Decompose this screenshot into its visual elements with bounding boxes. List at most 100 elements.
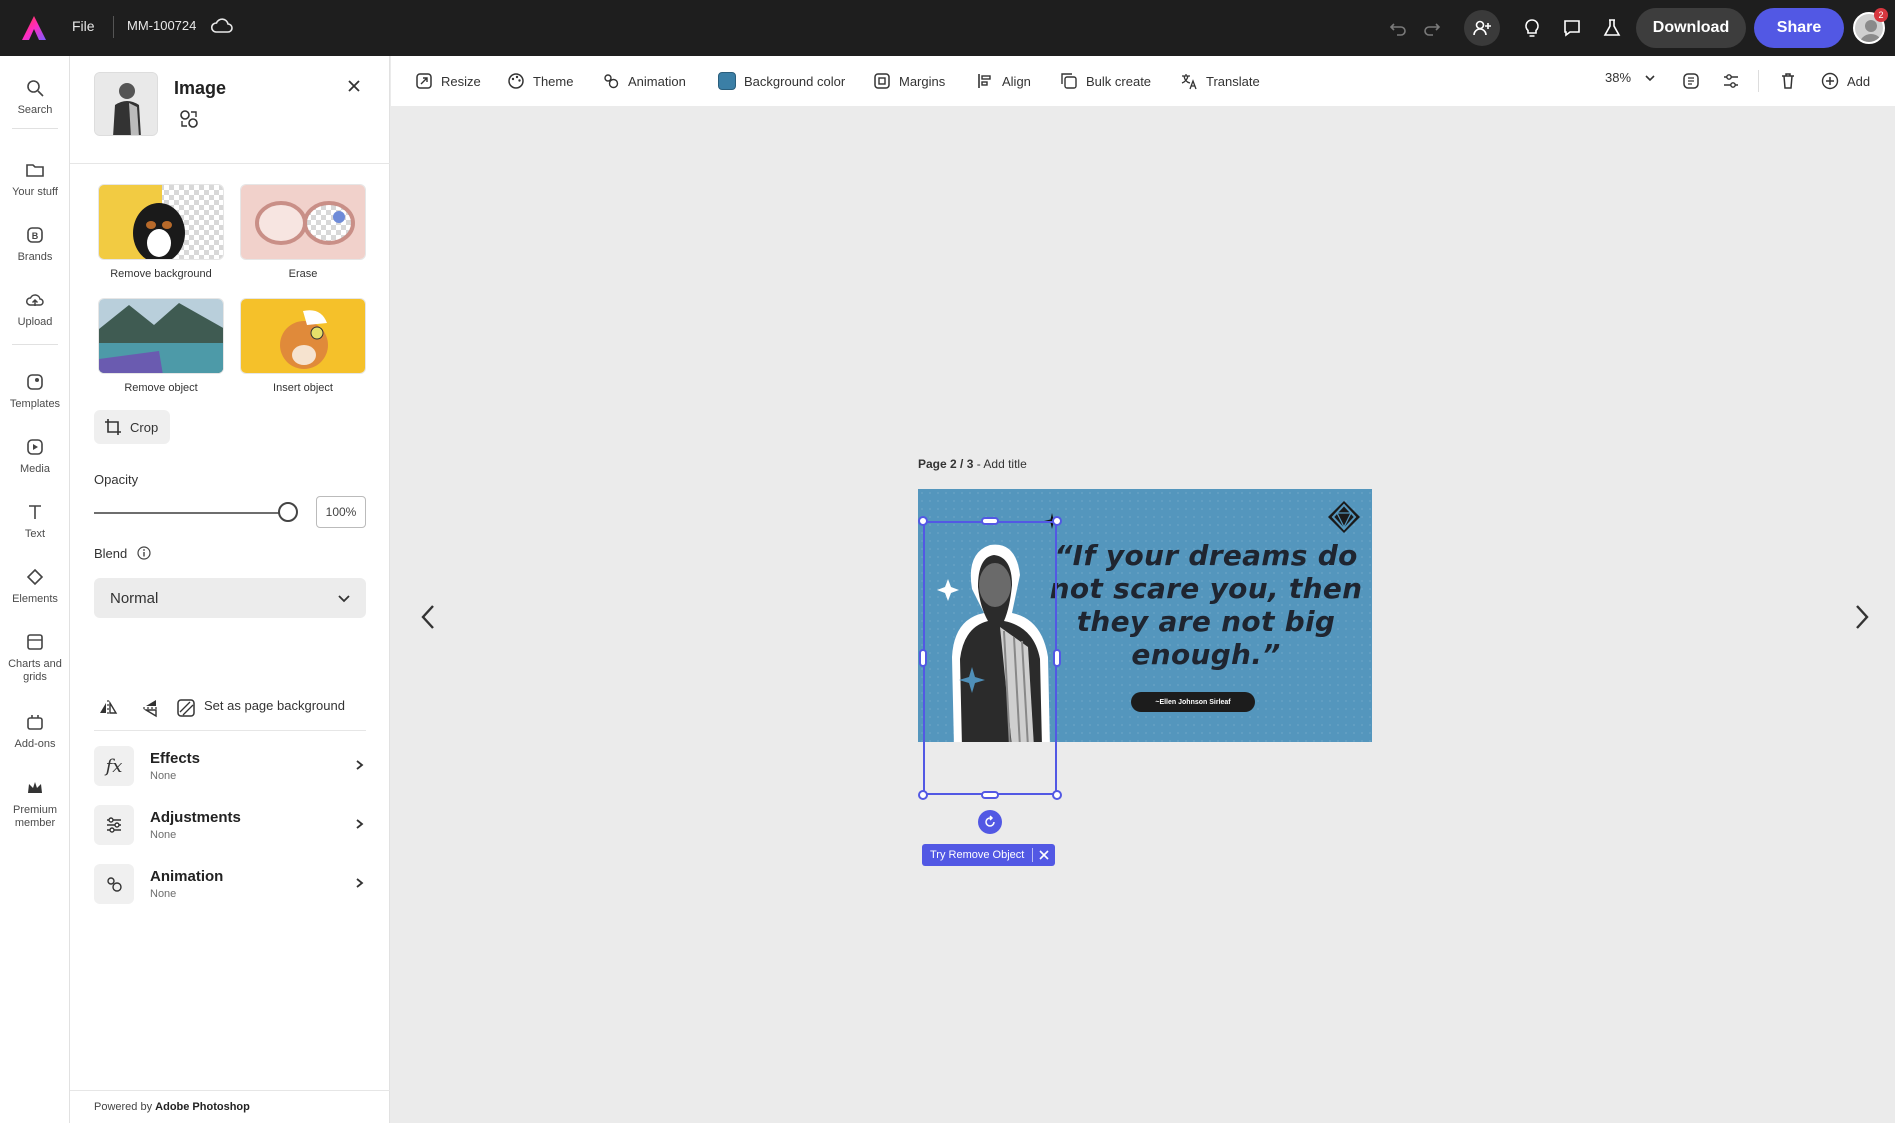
opacity-slider-track[interactable] xyxy=(94,512,288,514)
adjustments-accordion[interactable]: Adjustments None xyxy=(94,803,366,847)
rail-item-brands[interactable]: B Brands xyxy=(0,223,70,263)
toolbar-divider xyxy=(1758,70,1759,92)
blend-select[interactable]: Normal xyxy=(94,578,366,618)
accordion-subtitle: None xyxy=(150,888,177,900)
rail-item-charts[interactable]: Charts and grids xyxy=(0,630,70,684)
add-button[interactable]: Add xyxy=(1821,70,1870,92)
background-color-button[interactable]: Background color xyxy=(718,70,845,92)
rail-item-premium[interactable]: Premium member xyxy=(0,776,70,830)
addons-icon xyxy=(23,710,47,734)
remove-object-tool[interactable]: Remove object xyxy=(98,298,224,394)
resize-handle-right[interactable] xyxy=(1053,649,1061,667)
lightbulb-icon[interactable] xyxy=(1518,14,1546,42)
flip-horizontal-icon[interactable] xyxy=(96,696,120,720)
close-icon[interactable] xyxy=(1033,844,1055,866)
previous-page-arrow[interactable] xyxy=(416,600,440,634)
align-icon xyxy=(978,74,991,88)
rail-label: Add-ons xyxy=(14,738,56,750)
flask-icon[interactable] xyxy=(1598,14,1626,42)
invite-user-icon[interactable] xyxy=(1464,10,1500,46)
close-panel-icon[interactable] xyxy=(346,78,366,98)
divider xyxy=(94,730,366,731)
margins-button[interactable]: Margins xyxy=(873,70,945,92)
resize-handle-top-right[interactable] xyxy=(1052,516,1062,526)
align-button[interactable]: Align xyxy=(976,70,1031,92)
share-button[interactable]: Share xyxy=(1754,8,1844,48)
rail-label: Brands xyxy=(17,251,53,263)
resize-handle-left[interactable] xyxy=(919,649,927,667)
delete-icon[interactable] xyxy=(1779,70,1797,92)
flip-vertical-icon[interactable] xyxy=(139,696,163,720)
replace-image-icon[interactable] xyxy=(178,108,200,130)
rail-label: Media xyxy=(20,463,50,475)
rail-item-text[interactable]: Text xyxy=(0,500,70,540)
try-remove-object-button[interactable]: Try Remove Object xyxy=(922,849,1032,861)
effects-accordion[interactable]: fx Effects None xyxy=(94,744,366,788)
file-menu[interactable]: File xyxy=(72,18,95,34)
info-icon[interactable] xyxy=(137,546,151,560)
selection-box[interactable] xyxy=(923,521,1057,795)
upload-icon xyxy=(23,288,47,312)
translate-button[interactable]: Translate xyxy=(1180,70,1260,92)
opacity-slider-thumb[interactable] xyxy=(278,502,298,522)
erase-tool[interactable]: Erase xyxy=(240,184,366,280)
zoom-control[interactable]: 38% xyxy=(1605,70,1657,85)
rail-item-your-stuff[interactable]: Your stuff xyxy=(0,158,70,198)
rail-item-upload[interactable]: Upload xyxy=(0,288,70,328)
comment-icon[interactable] xyxy=(1558,14,1586,42)
powered-by: Powered by Adobe Photoshop xyxy=(94,1101,250,1113)
notification-badge: 2 xyxy=(1874,8,1888,22)
rail-label: Elements xyxy=(12,593,58,605)
toolbar-label: Bulk create xyxy=(1086,73,1152,89)
document-name[interactable]: MM-100724 xyxy=(127,18,196,33)
rail-item-templates[interactable]: Templates xyxy=(0,370,70,410)
page-label: Page 2 / 3 - Add title xyxy=(918,457,1027,471)
resize-icon xyxy=(416,73,432,89)
resize-handle-bottom-right[interactable] xyxy=(1052,790,1062,800)
cloud-sync-icon[interactable] xyxy=(210,16,236,38)
undo-icon[interactable] xyxy=(1384,14,1412,42)
page-background-icon[interactable] xyxy=(174,696,198,720)
theme-button[interactable]: Theme xyxy=(507,70,573,92)
resize-handle-bottom-left[interactable] xyxy=(918,790,928,800)
next-page-arrow[interactable] xyxy=(1850,600,1874,634)
resize-handle-top[interactable] xyxy=(981,517,999,525)
resize-button[interactable]: Resize xyxy=(415,70,481,92)
bulk-create-button[interactable]: Bulk create xyxy=(1060,70,1151,92)
remove-background-tool[interactable]: Remove background xyxy=(98,184,224,280)
attribution-pill[interactable]: ~Ellen Johnson Sirleaf xyxy=(1131,692,1255,712)
page-title-input[interactable]: Add title xyxy=(983,457,1026,471)
rail-item-add-ons[interactable]: Add-ons xyxy=(0,710,70,750)
download-button[interactable]: Download xyxy=(1636,8,1746,48)
opacity-label: Opacity xyxy=(94,472,139,487)
fx-icon: fx xyxy=(94,746,134,786)
layers-icon[interactable] xyxy=(1681,70,1701,92)
animation-accordion[interactable]: Animation None xyxy=(94,862,366,906)
rail-item-search[interactable]: Search xyxy=(0,76,70,116)
set-page-background-button[interactable]: Set as page background xyxy=(204,698,345,713)
chevron-right-icon xyxy=(356,760,364,770)
adobe-express-logo-icon[interactable] xyxy=(20,14,48,42)
zoom-value: 38% xyxy=(1605,70,1632,85)
accordion-title: Effects xyxy=(150,750,201,767)
remove-object-thumbnail xyxy=(98,298,224,374)
diamond-logo-icon[interactable] xyxy=(1326,499,1362,535)
redo-icon[interactable] xyxy=(1418,14,1446,42)
divider xyxy=(70,163,390,164)
resize-handle-bottom[interactable] xyxy=(981,791,999,799)
accordion-subtitle: None xyxy=(150,770,177,782)
rotate-handle-icon[interactable] xyxy=(978,810,1002,834)
blend-label-text: Blend xyxy=(94,546,128,561)
background-color-swatch xyxy=(718,72,736,90)
insert-object-tool[interactable]: Insert object xyxy=(240,298,366,394)
adjust-icon[interactable] xyxy=(1721,70,1741,92)
resize-handle-top-left[interactable] xyxy=(918,516,928,526)
animation-button[interactable]: Animation xyxy=(602,70,686,92)
rail-label: Your stuff xyxy=(12,186,58,198)
translate-icon xyxy=(1181,74,1197,90)
quote-text[interactable]: “If your dreams do not scare you, then t… xyxy=(1046,539,1366,671)
rail-item-media[interactable]: Media xyxy=(0,435,70,475)
rail-item-elements[interactable]: Elements xyxy=(0,565,70,605)
opacity-input[interactable]: 100% xyxy=(316,496,366,528)
crop-button[interactable]: Crop xyxy=(94,410,170,444)
